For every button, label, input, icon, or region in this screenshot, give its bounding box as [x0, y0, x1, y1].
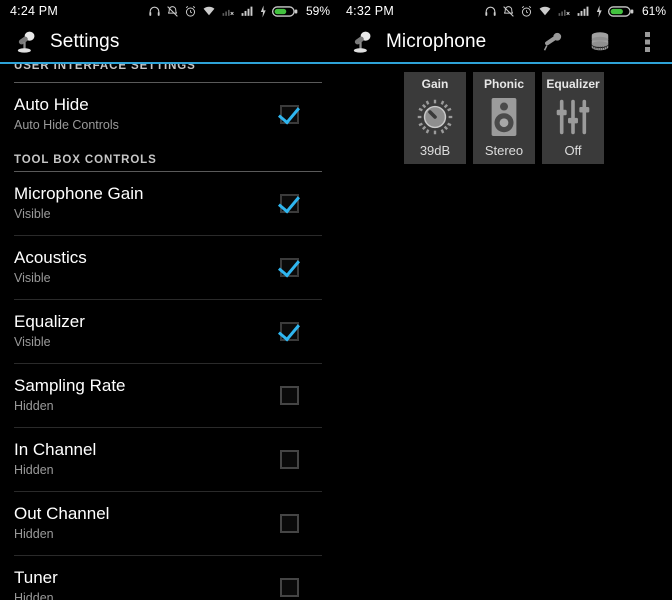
list-item-subtitle: Hidden: [14, 591, 54, 600]
status-icon-group: 59%: [148, 4, 330, 18]
knob-icon: [415, 91, 455, 143]
battery-icon: [607, 5, 634, 17]
list-item-subtitle: Visible: [14, 335, 51, 349]
status-icon-group: 61%: [484, 4, 666, 18]
signal-bars-icon: [577, 6, 589, 16]
checkbox-auto-hide[interactable]: [280, 104, 299, 124]
charging-bolt-icon: [596, 5, 602, 17]
page-title-left: Settings: [50, 31, 120, 52]
status-clock: 4:24 PM: [10, 4, 58, 18]
list-item-title: Microphone Gain: [14, 184, 144, 203]
alarm-clock-icon: [521, 5, 532, 17]
list-item-title: Equalizer: [14, 312, 85, 331]
list-item-sampling-rate[interactable]: Sampling Rate Hidden: [0, 364, 336, 427]
list-item-title: Acoustics: [14, 248, 87, 267]
battery-percent-left: 59%: [305, 4, 330, 18]
list-item-in-channel[interactable]: In Channel Hidden: [0, 428, 336, 491]
overflow-menu-button[interactable]: [624, 22, 672, 62]
status-clock: 4:32 PM: [346, 4, 394, 18]
bell-muted-icon: [503, 5, 514, 17]
checkbox-tuner[interactable]: [280, 577, 299, 597]
record-microphone-button[interactable]: [528, 22, 576, 62]
microphone-icon: [543, 32, 562, 51]
dual-screenshot: 4:24 PM 59% Settings USER INTERFACE SETT…: [0, 0, 672, 600]
tool-card-label: Equalizer: [546, 77, 600, 91]
checkbox-equalizer[interactable]: [280, 321, 299, 341]
tool-card-equalizer[interactable]: Equalizer Off: [542, 72, 604, 164]
checkbox-in-channel[interactable]: [280, 449, 299, 469]
action-bar-left: Settings: [0, 22, 336, 62]
list-item-subtitle: Hidden: [14, 399, 54, 413]
status-bar-left: 4:24 PM 59%: [0, 0, 336, 22]
checkbox-acoustics[interactable]: [280, 257, 299, 277]
battery-icon: [271, 5, 298, 17]
action-bar-right: Microphone: [336, 22, 672, 62]
tool-card-value: Off: [564, 143, 582, 158]
accent-divider-left: [0, 62, 336, 64]
wifi-icon: [539, 6, 551, 15]
headphones-icon: [149, 6, 160, 16]
list-item-subtitle: Auto Hide Controls: [14, 118, 119, 132]
bell-muted-icon: [167, 5, 178, 17]
checkbox-microphone-gain[interactable]: [280, 193, 299, 213]
list-item-out-channel[interactable]: Out Channel Hidden: [0, 492, 336, 555]
list-item-tuner[interactable]: Tuner Hidden: [0, 556, 336, 600]
overflow-menu-icon: [645, 32, 650, 52]
settings-pane: 4:24 PM 59% Settings USER INTERFACE SETT…: [0, 0, 336, 600]
tool-card-gain[interactable]: Gain 39dB: [404, 72, 466, 164]
headphones-icon: [485, 6, 496, 16]
status-bar-right: 4:32 PM 61%: [336, 0, 672, 22]
microphone-icon: [17, 31, 35, 53]
microphone-icon: [353, 31, 371, 53]
signal-off-icon: [222, 9, 234, 16]
tool-card-label: Phonic: [483, 77, 524, 91]
list-item-subtitle: Hidden: [14, 527, 54, 541]
list-item-title: Out Channel: [14, 504, 110, 523]
list-item-microphone-gain[interactable]: Microphone Gain Visible: [0, 172, 336, 235]
microphone-pane: 4:32 PM 61% Microphone Gain 39dB Phonic …: [336, 0, 672, 600]
tool-card-value: Stereo: [484, 143, 524, 158]
tool-card-label: Gain: [421, 77, 449, 91]
list-item-title: Tuner: [14, 568, 58, 587]
speaker-icon: [488, 91, 520, 143]
page-title-right: Microphone: [386, 31, 487, 52]
battery-percent-right: 61%: [641, 4, 666, 18]
tool-box: Gain 39dB Phonic Stereo Equalizer Off: [336, 64, 672, 164]
list-item-subtitle: Visible: [14, 271, 51, 285]
alarm-clock-icon: [185, 5, 196, 17]
list-item-title: Auto Hide: [14, 95, 89, 114]
signal-off-icon: [558, 9, 570, 16]
list-item-acoustics[interactable]: Acoustics Visible: [0, 236, 336, 299]
wifi-icon: [203, 6, 215, 15]
list-item-subtitle: Hidden: [14, 463, 54, 477]
settings-list[interactable]: Auto Hide Auto Hide Controls TOOL BOX CO…: [0, 64, 336, 600]
tool-card-value: 39dB: [419, 143, 451, 158]
checkbox-sampling-rate[interactable]: [280, 385, 299, 405]
database-button[interactable]: [576, 22, 624, 62]
list-item-equalizer[interactable]: Equalizer Visible: [0, 300, 336, 363]
checkbox-out-channel[interactable]: [280, 513, 299, 533]
list-item-subtitle: Visible: [14, 207, 51, 221]
list-item-auto-hide[interactable]: Auto Hide Auto Hide Controls: [0, 83, 336, 146]
signal-bars-icon: [241, 6, 253, 16]
list-item-title: In Channel: [14, 440, 97, 459]
list-item-title: Sampling Rate: [14, 376, 126, 395]
charging-bolt-icon: [260, 5, 266, 17]
section-header-tool-box-controls: TOOL BOX CONTROLS: [14, 154, 157, 166]
tool-card-phonic[interactable]: Phonic Stereo: [473, 72, 535, 164]
database-icon: [591, 32, 609, 51]
accent-divider-right: [336, 62, 672, 64]
equalizer-sliders-icon: [553, 91, 593, 143]
action-bar-buttons: [528, 22, 672, 62]
